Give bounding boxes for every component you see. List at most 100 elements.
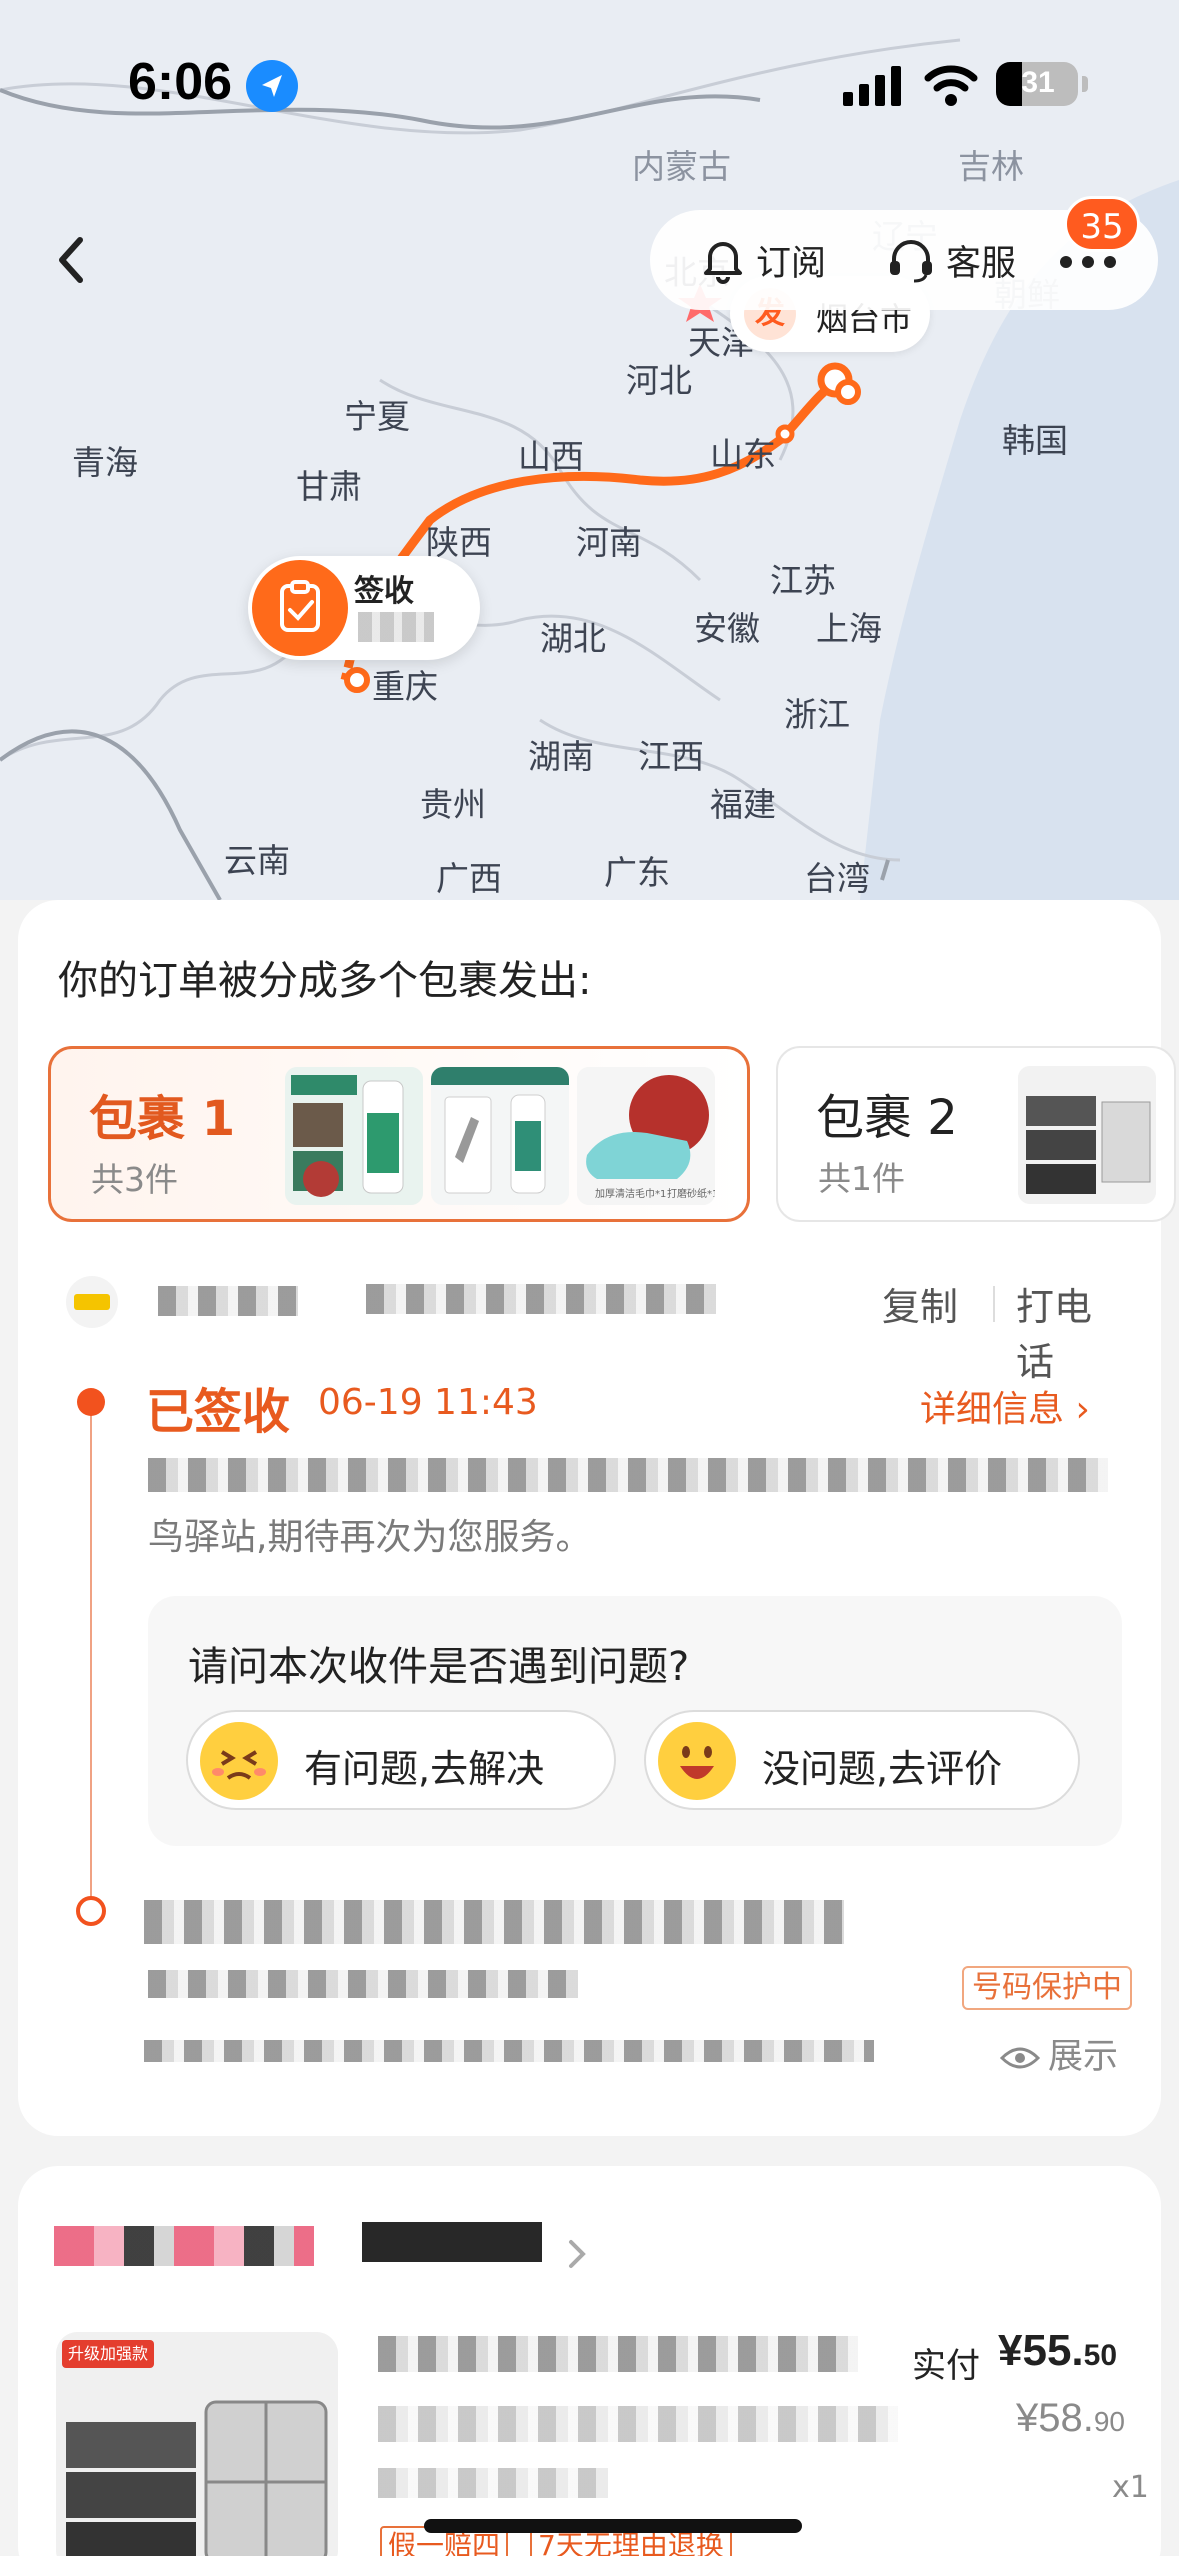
paid-label: 实付 bbox=[912, 2346, 980, 2386]
status-title: 已签收 bbox=[146, 1384, 291, 1440]
province-label: 山西 bbox=[518, 437, 584, 476]
product-image[interactable]: 升级加强款 bbox=[56, 2332, 338, 2556]
upset-face-icon bbox=[200, 1722, 278, 1800]
delivery-marker[interactable]: 签收 bbox=[248, 556, 480, 660]
redacted-product-title bbox=[378, 2336, 858, 2372]
province-label: 上海 bbox=[816, 609, 882, 648]
status-description: 鸟驿站,期待再次为您服务。 bbox=[148, 1517, 592, 1558]
province-label: 甘肃 bbox=[296, 467, 362, 506]
split-shipment-title: 你的订单被分成多个包裹发出: bbox=[58, 958, 592, 1004]
courier-row: 复制 打电话 bbox=[66, 1270, 1126, 1384]
redacted-phone bbox=[144, 2040, 874, 2062]
province-label: 江苏 bbox=[770, 561, 836, 600]
product-thumbnail bbox=[1018, 1066, 1156, 1204]
province-label: 广西 bbox=[436, 859, 502, 898]
courier-logo-icon bbox=[66, 1276, 118, 1328]
clipboard-check-icon bbox=[252, 560, 348, 656]
redacted-shop-name bbox=[54, 2226, 314, 2266]
home-indicator bbox=[424, 2519, 802, 2533]
service-label: 客服 bbox=[946, 243, 1017, 284]
more-button[interactable] bbox=[1060, 256, 1116, 268]
cellular-signal-icon bbox=[843, 66, 907, 110]
package-name: 包裹 1 bbox=[89, 1091, 236, 1147]
province-label: 青海 bbox=[72, 443, 138, 482]
redacted-courier-name bbox=[158, 1286, 298, 1316]
logistics-card: 你的订单被分成多个包裹发出: 包裹 1 共3件 加厚清洁毛巾*1 打磨砂纸*1 … bbox=[18, 900, 1176, 2136]
quantity: x1 bbox=[1112, 2470, 1149, 2505]
timeline-dot-current bbox=[77, 1388, 105, 1416]
package-name: 包裹 2 bbox=[816, 1090, 958, 1146]
subscribe-label: 订阅 bbox=[756, 243, 827, 284]
call-button[interactable]: 打电话 bbox=[1016, 1276, 1126, 1386]
province-label: 台湾 bbox=[804, 859, 870, 898]
province-label: 山东 bbox=[710, 435, 776, 474]
province-label: 河南 bbox=[576, 523, 642, 562]
delivery-status-label: 签收 bbox=[354, 574, 414, 609]
route-map[interactable]: 内蒙古 吉林 辽宁 北京 天津 朝鲜 河北 宁夏 甘肃 青海 山西 山东 韩国 … bbox=[0, 0, 1179, 900]
rate-label: 没问题,去评价 bbox=[762, 1747, 1003, 1791]
timeline-dot bbox=[76, 1896, 106, 1926]
province-label: 广东 bbox=[604, 853, 670, 892]
customer-service-button[interactable]: 客服 bbox=[886, 232, 1016, 288]
province-label: 浙江 bbox=[784, 695, 850, 734]
province-label: 湖北 bbox=[540, 619, 606, 658]
province-label: 宁夏 bbox=[344, 397, 410, 436]
bell-icon bbox=[704, 242, 742, 284]
divider bbox=[993, 1286, 995, 1322]
province-label: 云南 bbox=[224, 841, 290, 880]
province-label: 福建 bbox=[710, 785, 776, 824]
feedback-question: 请问本次收件是否遇到问题? bbox=[188, 1644, 690, 1690]
rate-button[interactable]: 没问题,去评价 bbox=[644, 1710, 1080, 1810]
package-count: 共3件 bbox=[91, 1160, 178, 1199]
status-time: 6:06 bbox=[128, 53, 233, 111]
happy-face-icon bbox=[658, 1722, 736, 1800]
paid-amount: ¥55.50 bbox=[998, 2326, 1118, 2375]
notification-badge: 35 bbox=[1064, 196, 1140, 252]
status-time: 06-19 11:43 bbox=[318, 1382, 538, 1423]
province-label: 江西 bbox=[638, 737, 704, 776]
detail-info-link[interactable]: 详细信息 › bbox=[920, 1380, 1090, 1432]
original-price: ¥58.90 bbox=[1016, 2396, 1126, 2440]
privacy-protected-badge: 号码保护中 bbox=[962, 1966, 1132, 2010]
battery-icon: 31 bbox=[996, 62, 1078, 106]
show-phone-button[interactable]: 展示 bbox=[999, 2028, 1119, 2079]
eye-icon bbox=[999, 2047, 1041, 2069]
chevron-right-icon[interactable] bbox=[563, 2234, 593, 2274]
location-arrow-icon bbox=[246, 60, 298, 112]
province-label: 贵州 bbox=[420, 785, 486, 824]
timeline-line bbox=[90, 1406, 92, 1906]
status-bar: 6:06 31 bbox=[0, 0, 1179, 150]
product-thumbnail bbox=[431, 1067, 569, 1205]
package-tab-2[interactable]: 包裹 2 共1件 bbox=[776, 1046, 1176, 1222]
product-thumbnail: 加厚清洁毛巾*1 打磨砂纸*1 bbox=[577, 1067, 715, 1205]
wifi-icon bbox=[924, 64, 978, 110]
thumb-caption: 打磨砂纸*1 bbox=[667, 1187, 715, 1200]
redacted-receiver bbox=[148, 1970, 578, 1998]
upgrade-tag: 升级加强款 bbox=[62, 2340, 155, 2368]
package-count: 共1件 bbox=[818, 1159, 905, 1198]
province-label: 韩国 bbox=[1002, 421, 1068, 460]
redacted-status-text bbox=[148, 1458, 1108, 1492]
report-problem-label: 有问题,去解决 bbox=[304, 1747, 545, 1791]
headset-icon bbox=[890, 240, 932, 283]
subscribe-button[interactable]: 订阅 bbox=[700, 232, 826, 288]
province-label: 安徽 bbox=[694, 609, 760, 648]
province-label: 河北 bbox=[626, 361, 692, 400]
province-label: 重庆 bbox=[372, 667, 438, 706]
redacted-shop-name bbox=[362, 2222, 542, 2262]
battery-level: 31 bbox=[1021, 66, 1055, 99]
feedback-box: 请问本次收件是否遇到问题? 有问题,去解决 没问题,去评价 bbox=[148, 1596, 1122, 1846]
show-label: 展示 bbox=[1048, 2037, 1119, 2077]
redacted-tracking-number bbox=[366, 1284, 716, 1314]
product-thumbnail bbox=[285, 1067, 423, 1205]
redacted-address bbox=[144, 1900, 844, 1944]
package-tab-1[interactable]: 包裹 1 共3件 加厚清洁毛巾*1 打磨砂纸*1 bbox=[48, 1046, 750, 1222]
report-problem-button[interactable]: 有问题,去解决 bbox=[186, 1710, 616, 1810]
back-button[interactable] bbox=[48, 230, 98, 290]
redacted-location bbox=[358, 612, 434, 642]
order-product-card: 升级加强款 实付 ¥55.50 ¥58.90 x1 假一赔四 7天无理由退换 bbox=[18, 2166, 1161, 2556]
redacted-product-spec bbox=[378, 2468, 608, 2498]
thumb-caption: 加厚清洁毛巾*1 bbox=[595, 1187, 666, 1200]
chevron-left-icon bbox=[59, 237, 83, 283]
copy-button[interactable]: 复制 bbox=[882, 1276, 958, 1331]
